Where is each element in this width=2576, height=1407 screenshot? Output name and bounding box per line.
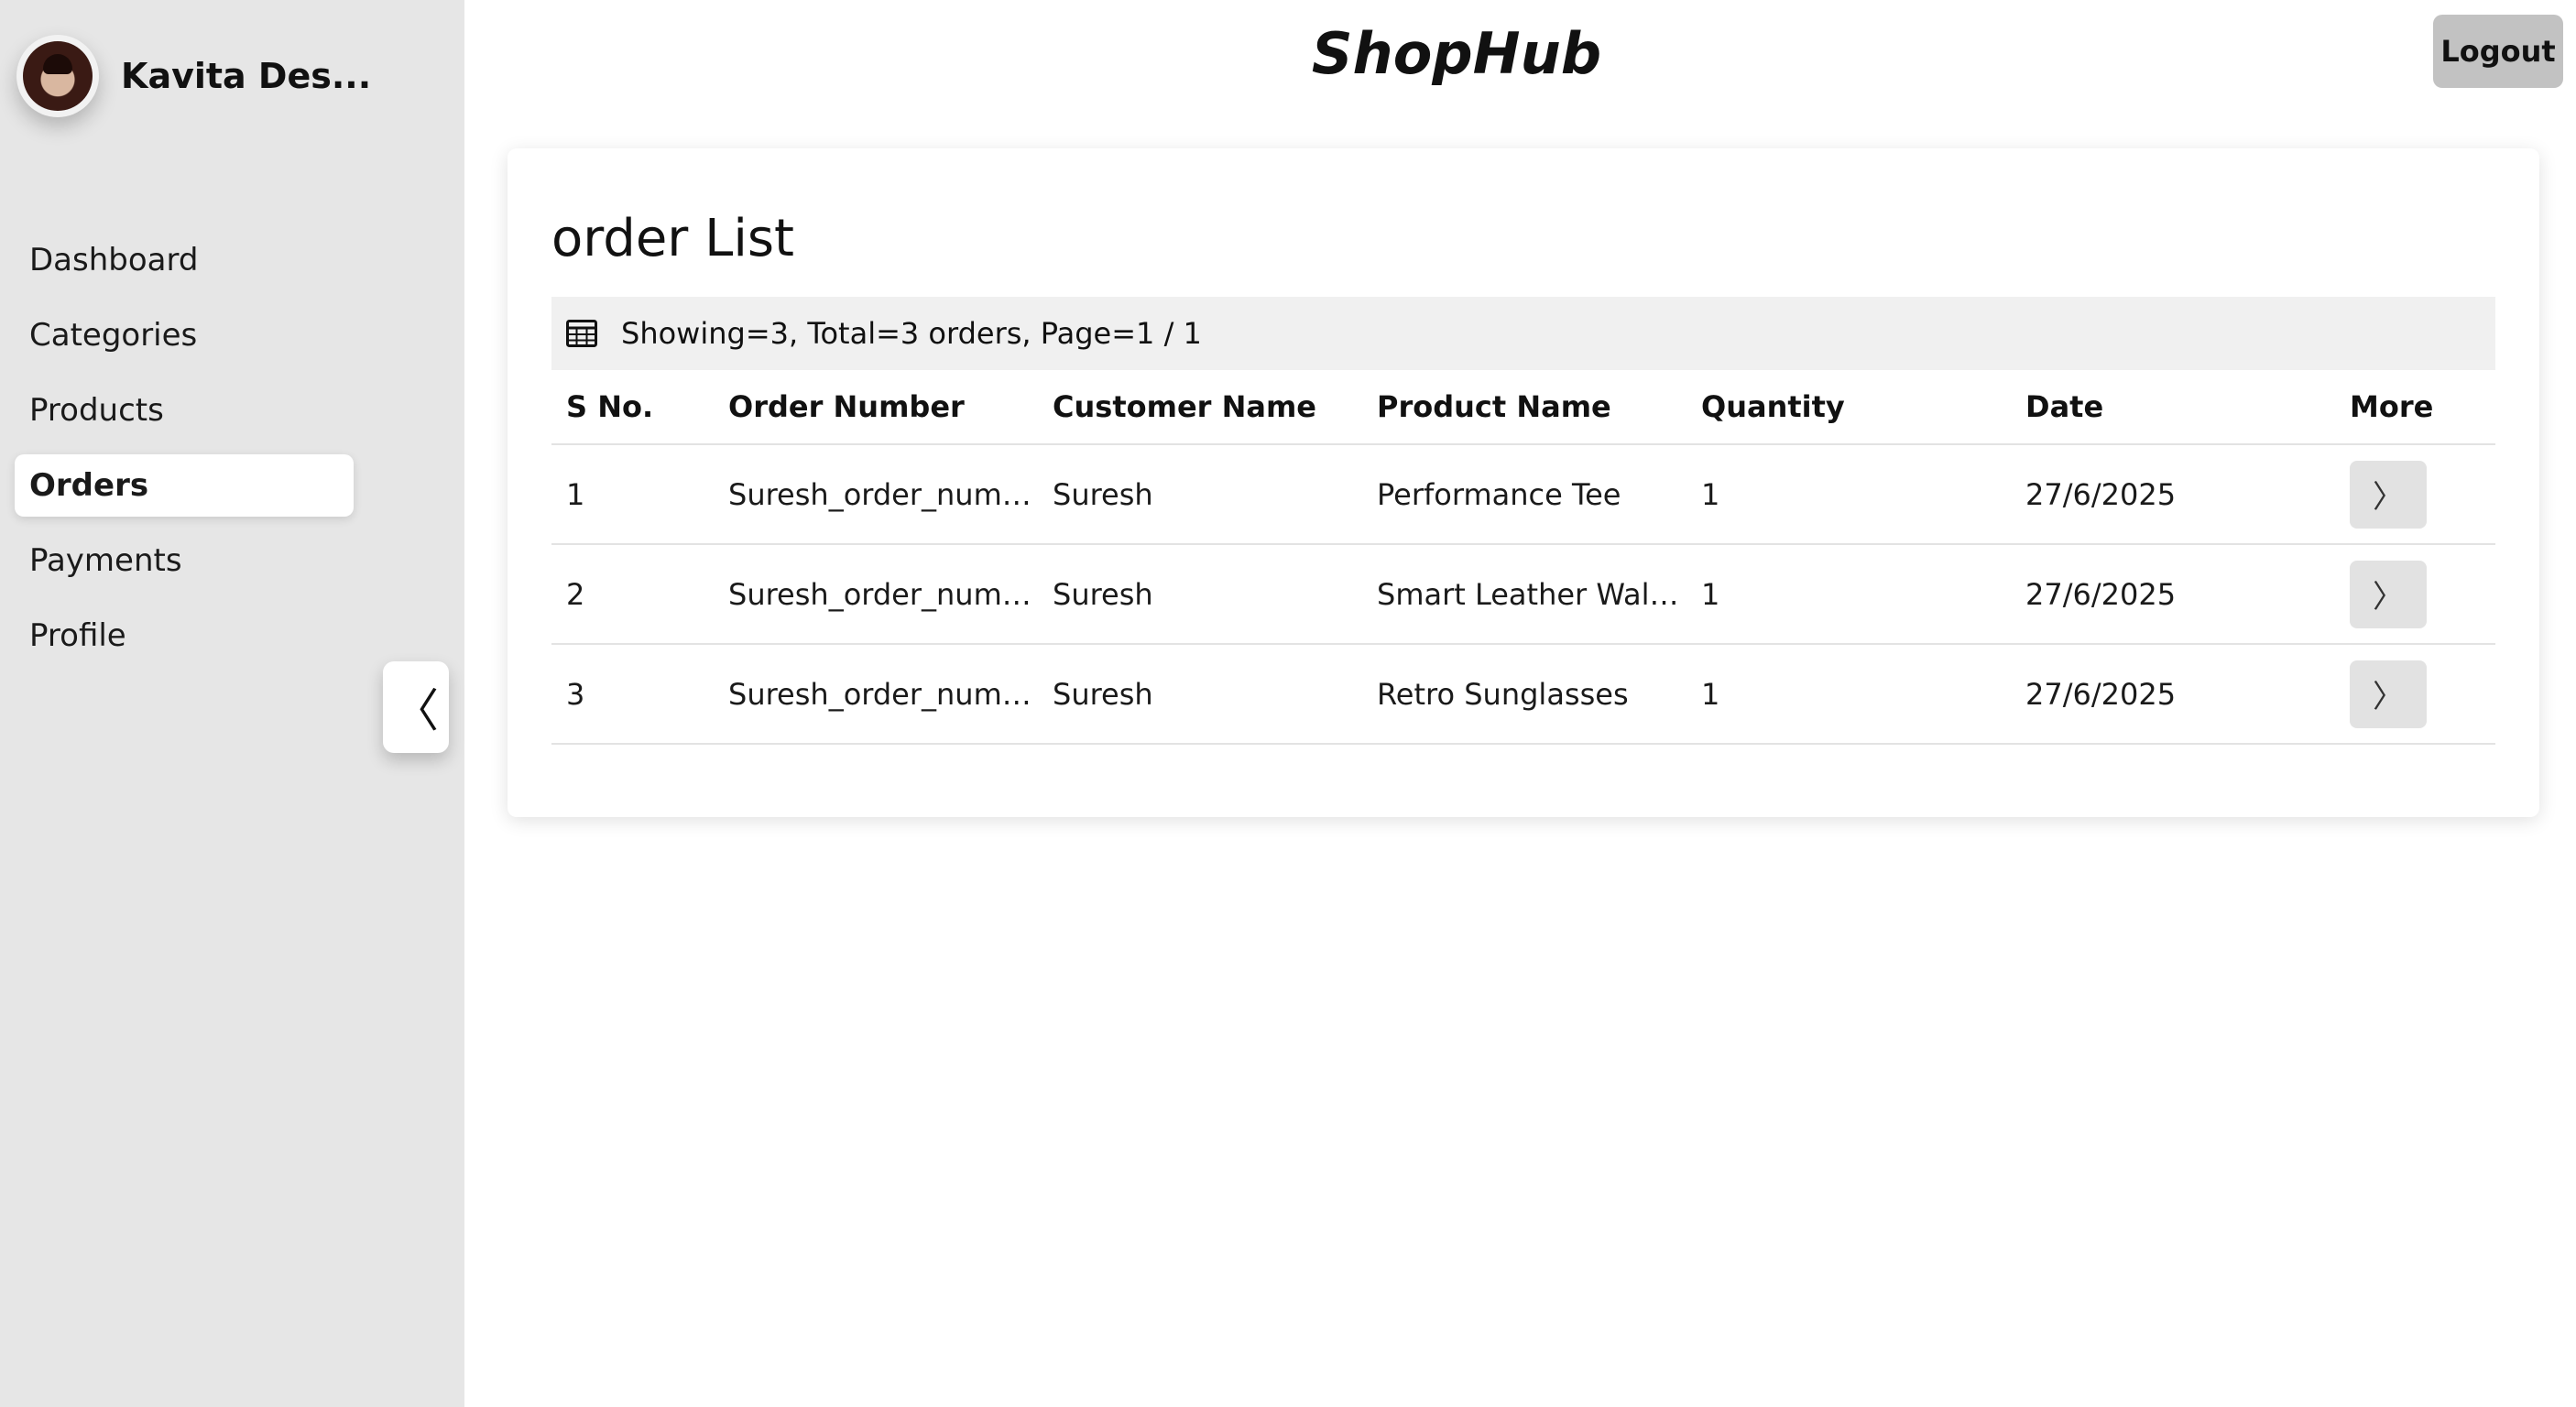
table-icon [566,320,597,347]
cell-more: 〉 [2335,660,2495,728]
column-header-customer-name: Customer Name [1053,389,1316,424]
cell-order-number: Suresh_order_numbe... [728,476,1038,512]
sidebar-item-products[interactable]: Products [15,379,354,442]
table-row: 3 Suresh_order_numbe... Suresh Retro Sun… [551,645,2495,745]
table-summary-bar: Showing=3, Total=3 orders, Page=1 / 1 [551,297,2495,370]
sidebar: Kavita Des... Dashboard Categories Produ… [0,0,464,1407]
cell-more: 〉 [2335,460,2495,529]
sidebar-collapse-button[interactable]: 〈 [383,661,449,753]
sidebar-item-categories[interactable]: Categories [15,304,354,366]
chevron-right-icon: 〉 [2373,479,2404,516]
cell-quantity: 1 [1701,576,1720,612]
avatar[interactable] [16,35,99,117]
cell-date: 27/6/2025 [2025,476,2177,512]
table-summary-text: Showing=3, Total=3 orders, Page=1 / 1 [621,316,1202,351]
cell-more: 〉 [2335,560,2495,628]
cell-quantity: 1 [1701,676,1720,712]
column-header-more: More [2350,389,2434,424]
more-button[interactable]: 〉 [2350,560,2427,628]
column-header-product-name: Product Name [1377,389,1611,424]
table-header-row: S No. Order Number Customer Name Product… [551,370,2495,445]
avatar-image [23,41,93,111]
table-row: 1 Suresh_order_numbe... Suresh Performan… [551,445,2495,545]
cell-customer-name: Suresh [1053,576,1153,612]
user-profile[interactable]: Kavita Des... [16,35,371,117]
cell-date: 27/6/2025 [2025,676,2177,712]
column-header-quantity: Quantity [1701,389,1845,424]
sidebar-item-profile[interactable]: Profile [15,605,354,667]
more-button[interactable]: 〉 [2350,460,2427,529]
logout-button[interactable]: Logout [2433,15,2563,88]
sidebar-item-dashboard[interactable]: Dashboard [15,229,354,291]
more-button[interactable]: 〉 [2350,660,2427,728]
page-title: order List [551,209,795,268]
orders-card: order List Showing=3, Total=3 orders, Pa… [508,148,2539,817]
sidebar-nav: Dashboard Categories Products Orders Pay… [15,229,354,680]
cell-sno: 2 [566,576,585,612]
app-root: Kavita Des... Dashboard Categories Produ… [0,0,2576,1407]
chevron-right-icon: 〉 [2373,679,2404,715]
user-name: Kavita Des... [121,56,372,96]
cell-order-number: Suresh_order_numbe... [728,676,1038,712]
cell-customer-name: Suresh [1053,676,1153,712]
cell-sno: 1 [566,476,585,512]
sidebar-item-orders[interactable]: Orders [15,454,354,517]
column-header-order-number: Order Number [728,389,965,424]
chevron-right-icon: 〉 [2373,579,2404,616]
orders-table: S No. Order Number Customer Name Product… [551,370,2495,745]
cell-date: 27/6/2025 [2025,576,2177,612]
cell-product-name: Retro Sunglasses [1377,676,1629,712]
cell-customer-name: Suresh [1053,476,1153,512]
brand-logo: ShopHub [1311,20,1602,87]
cell-order-number: Suresh_order_numbe... [728,576,1038,612]
table-row: 2 Suresh_order_numbe... Suresh Smart Lea… [551,545,2495,645]
column-header-date: Date [2025,389,2104,424]
cell-product-name: Performance Tee [1377,476,1621,512]
chevron-left-icon: 〈 [393,684,439,737]
cell-quantity: 1 [1701,476,1720,512]
cell-sno: 3 [566,676,585,712]
sidebar-item-payments[interactable]: Payments [15,529,354,592]
cell-product-name: Smart Leather Wallet [1377,576,1686,612]
column-header-sno: S No. [566,389,654,424]
